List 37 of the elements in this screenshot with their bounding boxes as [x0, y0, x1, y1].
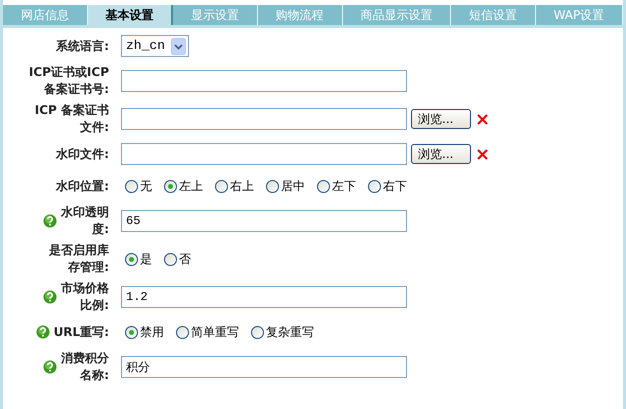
- field-label: URL重写:: [54, 324, 109, 340]
- field-label: 水印文件:: [56, 146, 109, 162]
- radio-option[interactable]: 居中: [266, 177, 305, 195]
- text-field[interactable]: [121, 70, 407, 92]
- help-icon[interactable]: [36, 325, 50, 339]
- radio-option[interactable]: 复杂重写: [251, 323, 314, 341]
- text-field[interactable]: 积分: [121, 356, 407, 378]
- radio-option[interactable]: 左下: [317, 177, 356, 195]
- radio-option[interactable]: 右下: [368, 177, 407, 195]
- file-path-field[interactable]: [121, 143, 407, 165]
- field-label: ICP 备案证书 文件:: [34, 102, 109, 136]
- radio-option[interactable]: 禁用: [125, 323, 164, 341]
- help-icon[interactable]: [43, 360, 57, 374]
- delete-icon[interactable]: [477, 148, 488, 160]
- radio-option[interactable]: 否: [164, 250, 191, 268]
- language-select[interactable]: zh_cn: [121, 35, 190, 57]
- radio-option[interactable]: 右上: [215, 177, 254, 195]
- tab[interactable]: 基本设置: [88, 5, 174, 25]
- radio-option[interactable]: 简单重写: [176, 323, 239, 341]
- field-label: 消费积分 名称:: [61, 350, 109, 384]
- field-label: ICP证书或ICP 备案证书号:: [28, 64, 109, 98]
- file-path-field[interactable]: [121, 108, 407, 130]
- field-label: 是否启用库 存管理:: [49, 242, 109, 276]
- text-field[interactable]: 1.2: [121, 286, 407, 308]
- help-icon[interactable]: [43, 290, 57, 304]
- field-label: 水印透明 度:: [61, 204, 109, 238]
- browse-button[interactable]: 浏览...: [411, 144, 471, 164]
- radio-option[interactable]: 无: [125, 177, 152, 195]
- field-label: 市场价格 比例:: [61, 280, 109, 314]
- field-label: 水印位置:: [56, 178, 109, 194]
- browse-button[interactable]: 浏览...: [411, 109, 471, 129]
- text-field[interactable]: 65: [121, 210, 407, 232]
- delete-icon[interactable]: [477, 114, 488, 124]
- help-icon[interactable]: [43, 214, 57, 228]
- radio-option[interactable]: 是: [125, 250, 152, 268]
- field-label: 系统语言:: [56, 38, 109, 54]
- radio-option[interactable]: 左上: [164, 177, 203, 195]
